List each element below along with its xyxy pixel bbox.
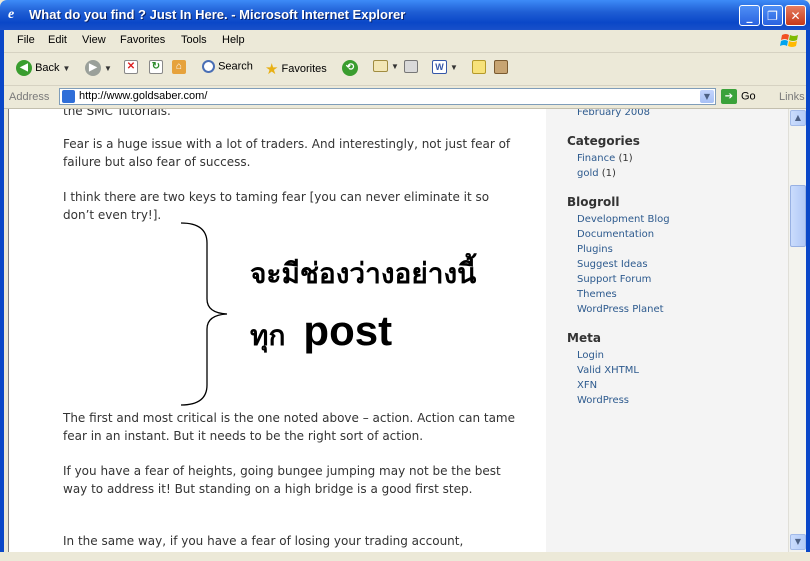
title-bar[interactable]: e What do you find ? Just In Here. - Mic… [0, 0, 810, 30]
article-partial-line: the SMC Tutorials. [63, 109, 171, 118]
vertical-scrollbar[interactable]: ▲ ▼ [788, 109, 807, 552]
categories-heading: Categories [567, 134, 640, 148]
scroll-down-icon[interactable]: ▼ [790, 534, 806, 550]
menu-help[interactable]: Help [222, 34, 245, 46]
back-label: Back [35, 61, 60, 74]
favorites-button[interactable]: ★ Favorites [265, 60, 327, 78]
forward-arrow-icon: ▶ [85, 60, 101, 76]
window-border [0, 30, 4, 561]
address-url: http://www.goldsaber.com/ [79, 90, 208, 102]
chevron-down-icon[interactable]: ▼ [104, 64, 112, 73]
scroll-up-icon[interactable]: ▲ [790, 110, 806, 126]
links-button[interactable]: Links [779, 91, 805, 103]
mail-icon [373, 60, 388, 73]
toolbar: ◀ Back ▼ ▶ ▼ ✕ ↻ ⌂ Search ★ Favorites ⟲ ▼ [0, 53, 810, 86]
print-button[interactable] [404, 60, 418, 73]
menu-view[interactable]: View [82, 34, 106, 46]
annotation-line-1: จะมีช่องว่างอย่างนี้ [250, 257, 477, 290]
page-icon [62, 90, 75, 103]
menu-edit[interactable]: Edit [48, 34, 67, 46]
blogroll-link[interactable]: Suggest Ideas [577, 259, 648, 270]
printer-icon [404, 60, 418, 73]
window-title: What do you find ? Just In Here. - Micro… [29, 7, 406, 22]
window-bottom-edge [0, 552, 810, 561]
article-paragraph-1: Fear is a huge issue with a lot of trade… [63, 137, 511, 169]
archive-link[interactable]: February 2008 [577, 109, 650, 118]
article-paragraph-5: In the same way, if you have a fear of l… [63, 534, 464, 548]
annotation-line-2: ทุก post [250, 307, 392, 358]
search-label: Search [218, 60, 253, 73]
go-arrow-icon: ➔ [721, 89, 737, 104]
refresh-icon: ↻ [149, 60, 163, 74]
category-name[interactable]: Finance [577, 153, 615, 164]
note-icon [472, 60, 486, 74]
word-icon: W [432, 60, 447, 74]
category-count: (1) [618, 153, 633, 164]
category-count: (1) [601, 168, 616, 179]
blogroll-link[interactable]: Themes [577, 289, 617, 300]
page-viewport: the SMC Tutorials. Fear is a huge issue … [8, 109, 789, 552]
close-button[interactable]: ✕ [785, 5, 806, 26]
go-label: Go [741, 90, 756, 103]
category-item[interactable]: Finance (1) [577, 153, 633, 164]
chevron-down-icon[interactable]: ▼ [391, 62, 399, 71]
chevron-down-icon[interactable]: ▼ [450, 63, 458, 72]
history-button[interactable]: ⟲ [342, 60, 358, 76]
home-icon: ⌂ [172, 60, 186, 74]
forward-button[interactable]: ▶ ▼ [85, 60, 112, 76]
favorites-label: Favorites [281, 62, 327, 75]
discuss-button[interactable] [472, 60, 486, 74]
article-paragraph-3: The first and most critical is the one n… [63, 411, 516, 443]
annotation-thai-word: ทุก [250, 319, 286, 352]
blogroll-heading: Blogroll [567, 195, 620, 209]
menu-tools[interactable]: Tools [181, 34, 207, 46]
minimize-button[interactable]: _ [739, 5, 760, 26]
blogroll-link[interactable]: Documentation [577, 229, 654, 240]
blogroll-link[interactable]: Support Forum [577, 274, 651, 285]
edit-button[interactable]: W ▼ [432, 60, 458, 74]
home-button[interactable]: ⌂ [172, 60, 186, 74]
search-button[interactable]: Search [202, 60, 253, 73]
go-button[interactable]: ➔ Go [721, 89, 756, 104]
annotation-post-word: post [303, 307, 393, 354]
blogroll-link[interactable]: Development Blog [577, 214, 670, 225]
meta-link[interactable]: XFN [577, 380, 597, 391]
category-name[interactable]: gold [577, 168, 599, 179]
article-paragraph-2: I think there are two keys to taming fea… [63, 190, 490, 222]
category-item[interactable]: gold (1) [577, 168, 616, 179]
search-icon [202, 60, 215, 73]
blogroll-link[interactable]: Plugins [577, 244, 613, 255]
back-arrow-icon: ◀ [16, 60, 32, 76]
ie-logo-icon: e [8, 7, 15, 22]
meta-link[interactable]: WordPress [577, 395, 629, 406]
windows-logo-icon [780, 34, 798, 47]
window-border [806, 30, 810, 561]
scrollbar-thumb[interactable] [790, 185, 806, 247]
address-input[interactable]: http://www.goldsaber.com/ ▼ [59, 88, 716, 105]
menu-bar: File Edit View Favorites Tools Help [0, 30, 810, 53]
menu-file[interactable]: File [17, 34, 35, 46]
back-button[interactable]: ◀ Back ▼ [16, 60, 70, 76]
meta-link[interactable]: Valid XHTML [577, 365, 639, 376]
curly-brace-annotation [180, 222, 228, 406]
history-icon: ⟲ [342, 60, 358, 76]
meta-heading: Meta [567, 331, 601, 345]
meta-link[interactable]: Login [577, 350, 604, 361]
research-icon [494, 60, 508, 74]
refresh-button[interactable]: ↻ [149, 60, 163, 74]
browser-window: e What do you find ? Just In Here. - Mic… [0, 0, 810, 561]
mail-button[interactable]: ▼ [373, 60, 399, 73]
menu-favorites[interactable]: Favorites [120, 34, 165, 46]
messenger-button[interactable] [494, 60, 508, 74]
maximize-button[interactable]: ❐ [762, 5, 783, 26]
blogroll-link[interactable]: WordPress Planet [577, 304, 664, 315]
stop-button[interactable]: ✕ [124, 60, 138, 74]
address-label: Address [9, 91, 50, 103]
chevron-down-icon[interactable]: ▼ [63, 64, 71, 73]
address-bar: Address http://www.goldsaber.com/ ▼ ➔ Go … [0, 86, 810, 109]
chevron-down-icon[interactable]: ▼ [700, 90, 714, 103]
article-paragraph-4: If you have a fear of heights, going bun… [63, 464, 501, 496]
stop-icon: ✕ [124, 60, 138, 74]
star-icon: ★ [265, 61, 279, 78]
